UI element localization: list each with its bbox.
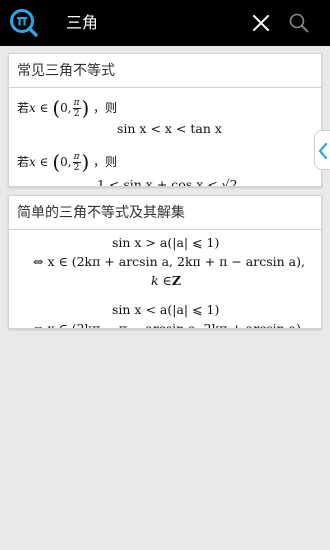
paren-open: ( <box>52 96 61 120</box>
formula-condition: 若x ∈ (0, π 2) ，则 <box>17 98 117 119</box>
cond-zero: 0, <box>60 155 72 169</box>
top-search-bar: 三角 <box>0 0 330 46</box>
paren-open: ( <box>52 150 61 174</box>
formula-condition: 若x ∈ (0, π 2) ，则 <box>17 152 117 173</box>
pi-logo-icon[interactable] <box>9 8 39 38</box>
formula-result: sin x < x < tan x <box>117 121 222 136</box>
search-icon[interactable] <box>288 12 310 34</box>
cond-prefix: 若 <box>17 155 30 169</box>
close-icon[interactable] <box>250 12 272 34</box>
fraction: π2 <box>72 152 81 173</box>
formula-line: sin x < a(|a| ⩽ 1) <box>112 302 220 317</box>
formula-line: ⇔ x ∈ (2kπ + arcsin a, 2kπ + π − arcsin … <box>33 254 305 269</box>
cond-in: ∈ <box>39 101 49 115</box>
cond-then: ，则 <box>93 101 118 115</box>
cond-var: x <box>29 101 36 115</box>
formula-line: sin x > a(|a| ⩽ 1) <box>112 235 220 250</box>
card-body: sin x > a(|a| ⩽ 1) ⇔ x ∈ (2kπ + arcsin a… <box>9 230 321 328</box>
formula-var: k ∈ <box>151 273 172 288</box>
cond-prefix: 若 <box>17 101 30 115</box>
formula-line: k ∈Z <box>151 273 181 288</box>
formula-result: 1 < sin x + cos x < √2 <box>97 177 238 187</box>
integer-set: Z <box>171 273 181 288</box>
formula-card[interactable]: 常见三角不等式 若x ∈ (0, π 2) ，则 sin x < x < tan x… <box>8 53 322 187</box>
cond-in: ∈ <box>39 155 49 169</box>
card-body: 若x ∈ (0, π 2) ，则 sin x < x < tan x 若x ∈ (0… <box>9 88 321 186</box>
cond-zero: 0, <box>60 101 72 115</box>
formula-line: ⇔ x ∈ (2kπ − π − arcsin a, 2kπ + arcsin … <box>33 321 301 329</box>
frac-denominator: 2 <box>73 163 80 173</box>
side-drawer-handle[interactable] <box>314 130 330 170</box>
frac-denominator: 2 <box>73 109 80 119</box>
cond-var: x <box>29 155 36 169</box>
paren-close: ) <box>81 150 90 174</box>
cond-then: ，则 <box>93 155 118 169</box>
frac-numerator: π <box>72 152 81 163</box>
formula-card[interactable]: 简单的三角不等式及其解集 sin x > a(|a| ⩽ 1) ⇔ x ∈ (2… <box>8 195 322 329</box>
chevron-left-icon <box>318 143 328 159</box>
frac-numerator: π <box>72 98 81 109</box>
card-title: 常见三角不等式 <box>9 54 321 88</box>
paren-close: ) <box>81 96 90 120</box>
search-query-text[interactable]: 三角 <box>66 13 98 33</box>
card-title: 简单的三角不等式及其解集 <box>9 196 321 230</box>
fraction: π2 <box>72 98 81 119</box>
